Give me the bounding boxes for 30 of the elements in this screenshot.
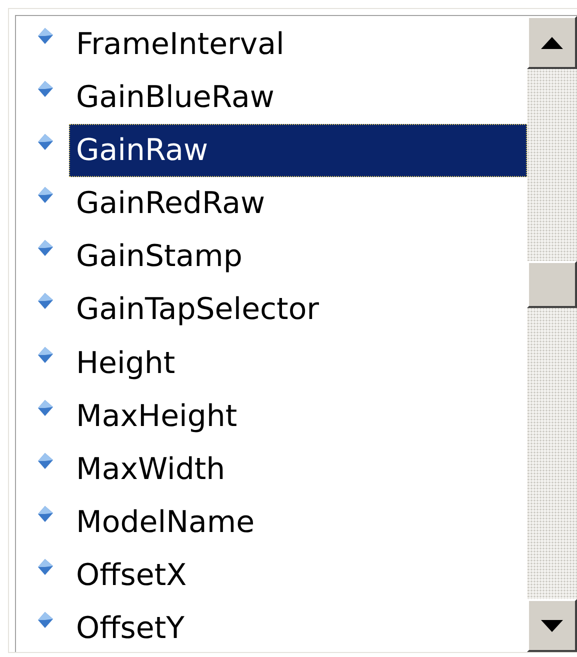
- list-item[interactable]: ModelName: [69, 496, 527, 549]
- down-arrow-icon: [540, 618, 564, 632]
- up-arrow-icon: [540, 36, 564, 50]
- diamond-icon: [36, 611, 54, 630]
- list-item[interactable]: MaxWidth: [69, 442, 527, 496]
- diamond-icon: [36, 133, 54, 152]
- scroll-thumb[interactable]: [527, 261, 577, 308]
- list-item[interactable]: GainStamp: [69, 230, 527, 284]
- diamond-icon: [36, 80, 54, 98]
- list-item[interactable]: Height: [69, 336, 527, 390]
- list-item[interactable]: FrameInterval: [69, 18, 527, 71]
- diamond-icon: [36, 452, 54, 470]
- list-item[interactable]: GainBlueRaw: [69, 71, 527, 124]
- diamond-icon: [36, 398, 54, 417]
- diamond-icon: [36, 504, 54, 523]
- scroll-up-button[interactable]: [527, 16, 577, 69]
- list-item[interactable]: GainTapSelector: [69, 283, 527, 336]
- diamond-icon: [36, 346, 54, 364]
- diamond-icon: [36, 292, 54, 310]
- scrollbar[interactable]: [527, 16, 577, 652]
- list-item[interactable]: OffsetY: [69, 602, 527, 656]
- diamond-icon: [36, 27, 54, 45]
- list-item[interactable]: GainRedRaw: [69, 177, 527, 230]
- diamond-icon: [36, 239, 54, 258]
- list-item[interactable]: OffsetX: [69, 548, 527, 602]
- list-item[interactable]: GainRaw: [69, 124, 527, 178]
- scroll-down-button[interactable]: [527, 599, 577, 652]
- diamond-icon: [36, 558, 54, 576]
- list-item[interactable]: MaxHeight: [69, 390, 527, 443]
- diamond-icon: [36, 186, 54, 204]
